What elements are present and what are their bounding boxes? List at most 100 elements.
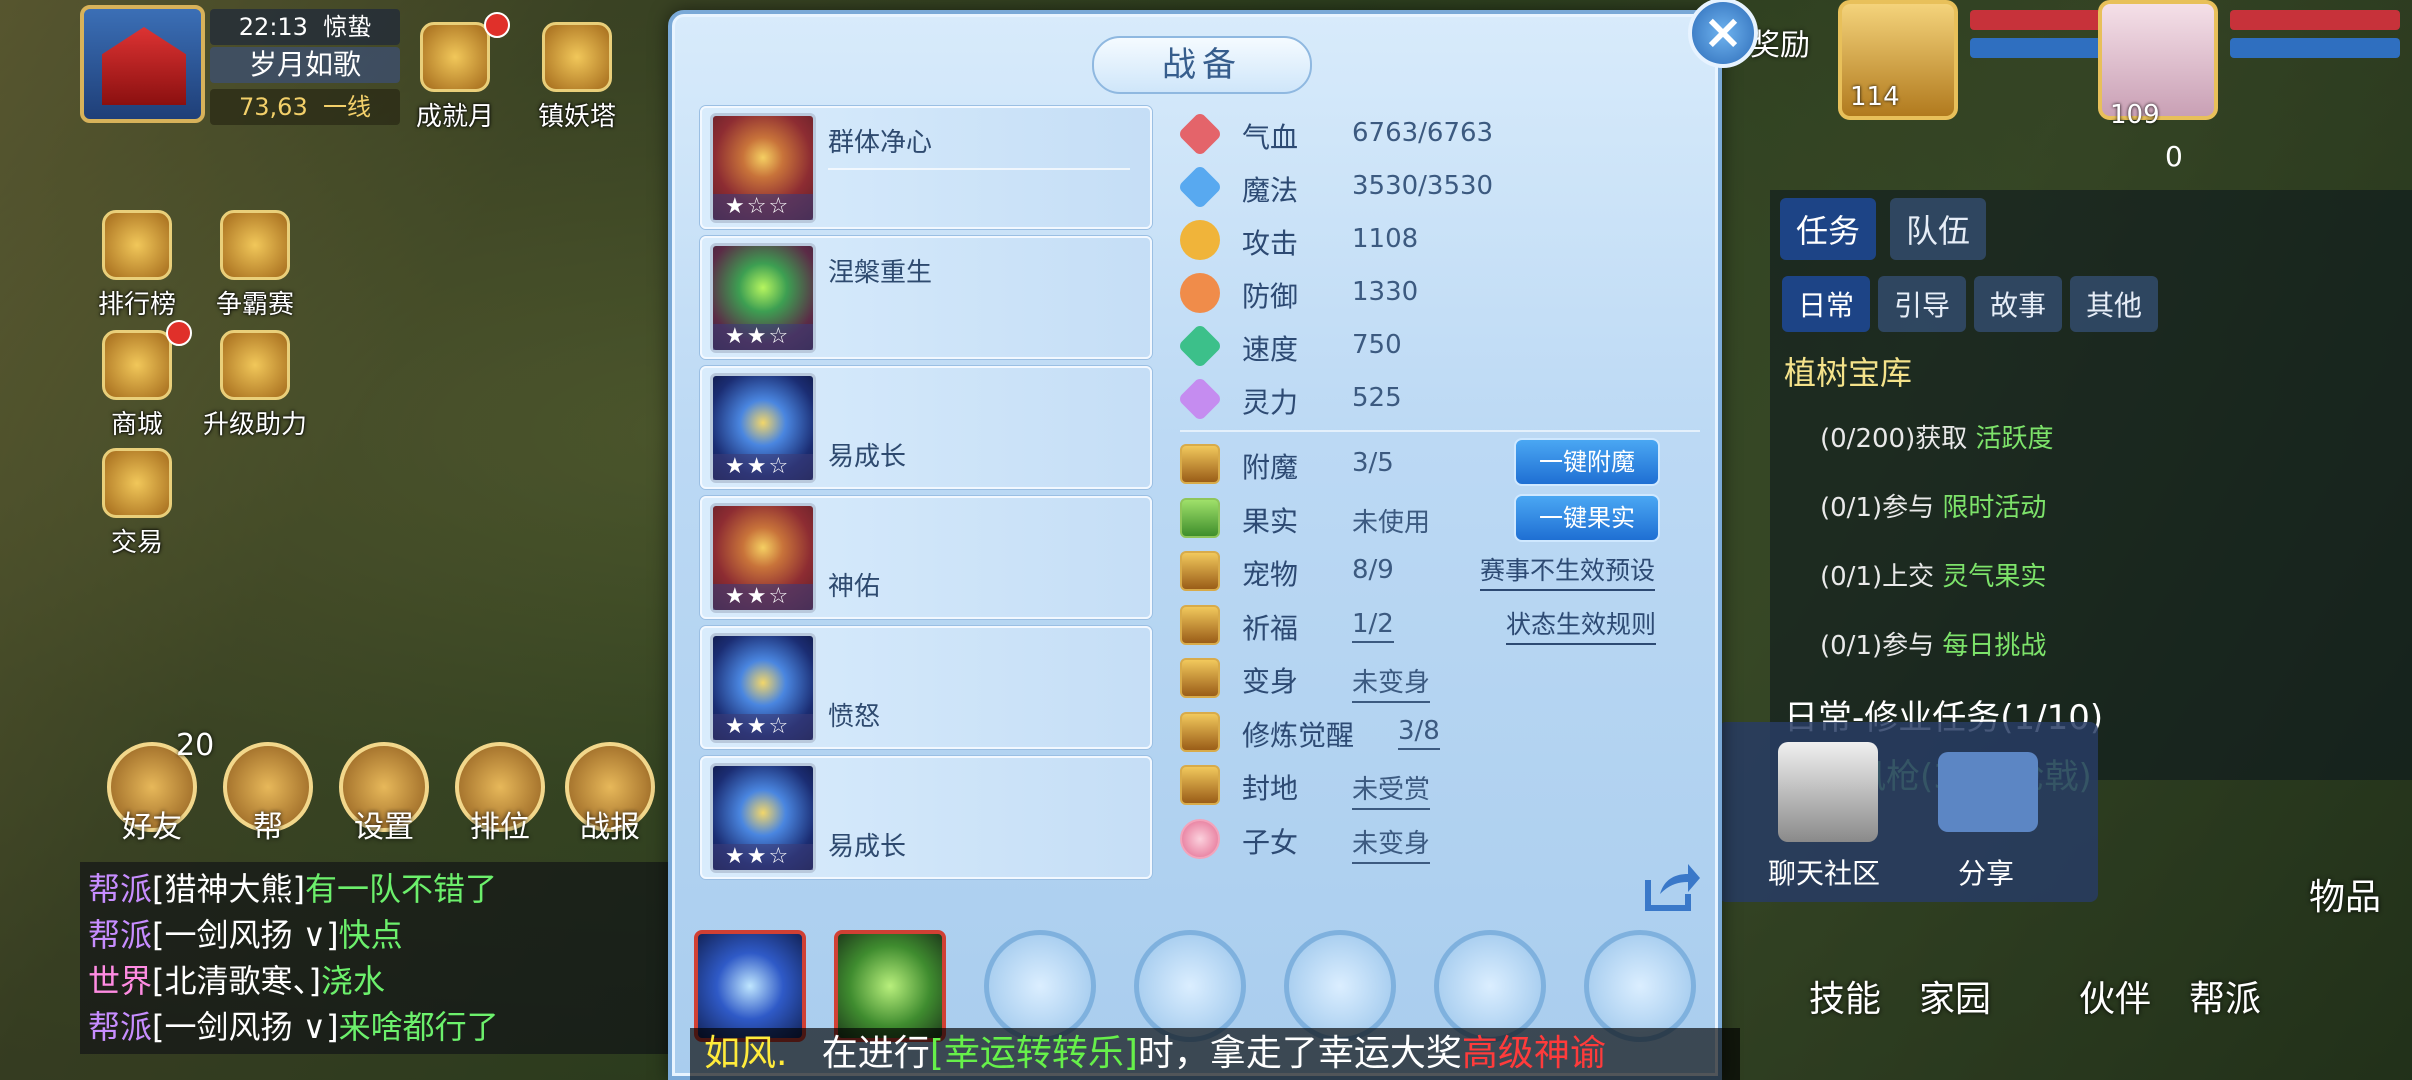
buff-name: 群体净心 <box>828 128 933 158</box>
battle-report-button[interactable]: 战报 <box>560 742 660 846</box>
tab-story[interactable]: 故事 <box>1974 276 2063 332</box>
stats-panel: 气血 6763/6763 魔法 3530/3530 攻击 1108 防御 1330 速度… <box>1177 106 1700 865</box>
task-item[interactable]: (0/1)上交 灵气果实 <box>1770 540 2412 609</box>
achievement-button[interactable]: 成就月 <box>400 22 510 133</box>
row-enchant: 附魔 3/5 一键附魔 <box>1180 436 1700 490</box>
chat-box[interactable]: 帮派[猎神大熊]有一队不错了 帮派[一剑风扬 ∨]快点 世界[北清歌寒、]浇水 … <box>80 862 670 1054</box>
skills-button[interactable]: 技能 <box>1790 970 1900 1022</box>
leaderboard-button[interactable]: 排行榜 <box>82 210 192 321</box>
red-ribbon-icon: ★★☆ <box>710 503 816 613</box>
player-hud: 22:13 惊蛰 岁月如歌 73,63 一线 <box>80 5 410 125</box>
buff-name: 易成长 <box>828 832 907 862</box>
buff-card[interactable]: ★★☆ 神佑 <box>700 496 1152 619</box>
stat-speed: 速度 750 <box>1177 318 1700 371</box>
guild-button[interactable]: 帮 <box>218 742 318 846</box>
treasure-title: 植树宝库 <box>1784 354 1913 392</box>
one-click-enchant-button[interactable]: 一键附魔 <box>1514 438 1660 486</box>
teammate-level: 109 <box>2110 100 2160 130</box>
share-icon[interactable] <box>1642 860 1702 914</box>
notification-dot <box>484 12 510 38</box>
settings-button[interactable]: 设置 <box>334 742 434 846</box>
battle-prep-dialog: 战备 × ★☆☆ 群体净心 ★★☆ 涅槃重生 ★★☆ 易成长 ★★☆ 神佑 ★★… <box>668 0 1758 1080</box>
blue-spirit-icon: ★★☆ <box>710 373 816 483</box>
teammate-hp-bar <box>2230 10 2400 30</box>
wolf-icon[interactable] <box>834 930 946 1042</box>
level-boost-button[interactable]: 升级助力 <box>200 330 310 441</box>
one-click-fruit-button[interactable]: 一键果实 <box>1514 493 1660 542</box>
status-rules-link[interactable]: 状态生效规则 <box>1506 605 1657 645</box>
stat-spirit: 灵力 525 <box>1177 371 1700 424</box>
chat-message: 帮派[猎神大熊]有一队不错了 <box>88 870 498 908</box>
home-button[interactable]: 家园 <box>1900 970 2010 1022</box>
share-label[interactable]: 分享 <box>1958 852 2014 892</box>
tournament-button[interactable]: 争霸赛 <box>200 210 310 321</box>
event-preset-link[interactable]: 赛事不生效预设 <box>1480 551 1656 591</box>
divider <box>828 168 1130 170</box>
book-icon <box>102 210 172 280</box>
row-cultivation: 修炼觉醒 3/8 <box>1180 704 1700 758</box>
shield-icon <box>1180 273 1220 313</box>
hourglass-count: 0 <box>2165 140 2183 173</box>
row-blessing: 祈福 1/2 状态生效规则 <box>1180 597 1700 651</box>
guild-menu-button[interactable]: 帮派 <box>2170 970 2280 1022</box>
tab-daily[interactable]: 日常 <box>1782 276 1871 332</box>
buff-name: 易成长 <box>828 442 907 472</box>
buff-card[interactable]: ★★☆ 易成长 <box>700 366 1152 489</box>
buff-card[interactable]: ★★☆ 涅槃重生 <box>700 236 1152 359</box>
pet-level: 114 <box>1850 82 1900 112</box>
trade-button[interactable]: 交易 <box>82 448 192 559</box>
buff-name: 神佑 <box>828 572 881 602</box>
heart-icon <box>1177 111 1223 157</box>
panda-avatar-icon[interactable] <box>1778 742 1878 842</box>
friend-count-badge: 20 <box>176 728 215 763</box>
task-item[interactable]: (0/1)参与 每日挑战 <box>1770 609 2412 678</box>
partner-button[interactable]: 伙伴 <box>2060 970 2170 1022</box>
buff-card[interactable]: ★☆☆ 群体净心 <box>700 106 1152 229</box>
tab-team[interactable]: 队伍 <box>1890 198 1987 260</box>
chat-community-label[interactable]: 聊天社区 <box>1768 852 1880 892</box>
shop-icon <box>102 330 172 400</box>
buff-name: 涅槃重生 <box>828 258 933 288</box>
character-icon <box>220 330 290 400</box>
chat-message: 世界[北清歌寒、]浇水 <box>88 962 386 1000</box>
share-popup: 聊天社区 分享 <box>1718 722 2098 902</box>
tab-other[interactable]: 其他 <box>2070 276 2159 332</box>
map-coords[interactable]: 73,63 一线 <box>210 89 400 125</box>
tab-guide[interactable]: 引导 <box>1878 276 1967 332</box>
row-transform: 变身 未变身 <box>1180 650 1700 704</box>
inventory-button[interactable]: 物品 <box>2290 868 2400 920</box>
reward-button[interactable]: 奖励 <box>1750 20 1810 64</box>
buff-name: 愤怒 <box>828 702 881 732</box>
fire-monk-icon[interactable] <box>1434 930 1546 1042</box>
green-heart-icon[interactable] <box>1134 930 1246 1042</box>
close-button[interactable]: × <box>1688 0 1758 68</box>
buff-card[interactable]: ★★☆ 愤怒 <box>700 626 1152 749</box>
player-avatar[interactable] <box>80 5 205 123</box>
demon-tower-button[interactable]: 镇妖塔 <box>522 22 632 133</box>
shop-button[interactable]: 商城 <box>82 330 192 441</box>
tab-tasks[interactable]: 任务 <box>1780 198 1877 260</box>
green-phoenix-icon: ★★☆ <box>710 243 816 353</box>
buff-card-list: ★☆☆ 群体净心 ★★☆ 涅槃重生 ★★☆ 易成长 ★★☆ 神佑 ★★☆ 愤怒 … <box>700 106 1152 886</box>
ranking-button[interactable]: 排位 <box>450 742 550 846</box>
scroll-icon[interactable] <box>1284 930 1396 1042</box>
share-icon[interactable] <box>1938 752 2038 832</box>
buff-card[interactable]: ★★☆ 易成长 <box>700 756 1152 879</box>
row-fief: 封地 未受赏 <box>1180 757 1700 811</box>
notification-dot <box>166 320 192 346</box>
trophy-icon <box>420 22 490 92</box>
chat-message: 帮派[一剑风扬 ∨]来啥都行了 <box>88 1008 499 1046</box>
crown-icon <box>220 210 290 280</box>
chat-message: 帮派[一剑风扬 ∨]快点 <box>88 916 403 954</box>
stat-hp: 气血 6763/6763 <box>1177 106 1700 159</box>
row-child: 子女 未变身 <box>1180 811 1700 865</box>
row-pet: 宠物 8/9 赛事不生效预设 <box>1180 543 1700 597</box>
mana-icon <box>1177 164 1223 210</box>
task-item[interactable]: (0/1)参与 限时活动 <box>1770 471 2412 540</box>
task-item[interactable]: (0/200)获取 活跃度 <box>1770 402 2412 471</box>
enchant-icon <box>1180 444 1220 484</box>
golden-warrior-icon[interactable] <box>984 930 1096 1042</box>
announcement-marquee: 如风. 在进行[幸运转转乐]时，拿走了幸运大奖高级神谕 <box>690 1028 1740 1080</box>
blue-orb-icon[interactable] <box>694 930 806 1042</box>
locked-slot-icon[interactable] <box>1584 930 1696 1042</box>
